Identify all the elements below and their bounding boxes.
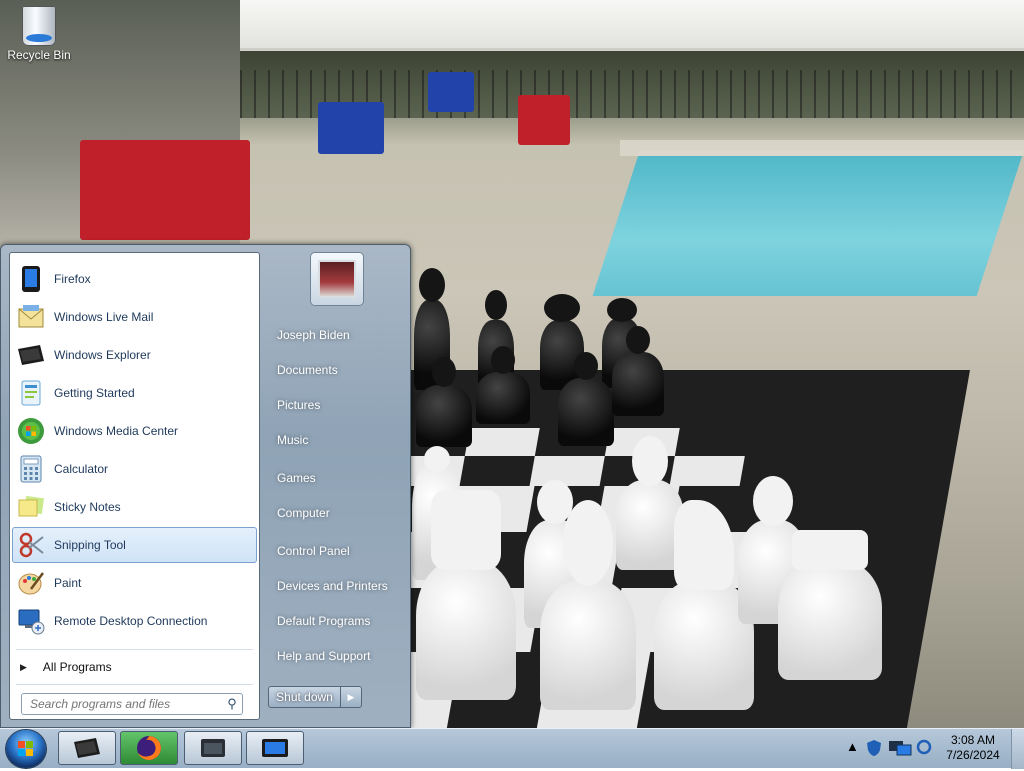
windows-live-mail-icon: [16, 302, 46, 332]
start-program-windows-media-center[interactable]: Windows Media Center: [12, 413, 257, 449]
clock-date: 7/26/2024: [946, 748, 1000, 762]
start-program-paint[interactable]: Paint: [12, 565, 257, 601]
desktop-icon-label: Recycle Bin: [7, 48, 71, 62]
start-program-getting-started[interactable]: Getting Started: [12, 375, 257, 411]
shutdown-options-arrow-icon[interactable]: ▶: [340, 687, 361, 707]
start-program-windows-live-mail[interactable]: Windows Live Mail: [12, 299, 257, 335]
start-menu: Firefox Windows Live Mail Windows Explor…: [0, 244, 411, 728]
paint-icon: [16, 568, 46, 598]
taskbar-button-explorer[interactable]: [58, 731, 116, 765]
security-shield-icon[interactable]: [866, 739, 882, 760]
start-link-help-and-support[interactable]: Help and Support: [268, 640, 406, 672]
start-program-sticky-notes[interactable]: Sticky Notes: [12, 489, 257, 525]
start-link-games[interactable]: Games: [268, 462, 406, 494]
separator: [16, 684, 253, 685]
search-box[interactable]: ⚲: [21, 693, 243, 715]
sticky-notes-icon: [16, 492, 46, 522]
start-program-calculator[interactable]: Calculator: [12, 451, 257, 487]
windows-explorer-icon: [74, 738, 100, 758]
start-link-music[interactable]: Music: [268, 424, 406, 456]
start-link-user[interactable]: Joseph Biden: [268, 319, 406, 351]
remote-desktop-icon: [16, 606, 46, 636]
windows-explorer-icon: [16, 340, 46, 370]
recycle-bin-icon: [22, 6, 56, 46]
firefox-icon: [137, 736, 161, 760]
triangle-right-icon: ▶: [20, 661, 27, 672]
clock-time: 3:08 AM: [950, 733, 996, 747]
taskbar-button-monitor[interactable]: [246, 731, 304, 765]
firefox-icon: [16, 264, 46, 294]
window-icon: [201, 739, 225, 757]
desktop-icon-recycle-bin[interactable]: Recycle Bin: [4, 4, 74, 62]
monitor-icon: [262, 739, 288, 757]
search-icon[interactable]: ⚲: [222, 696, 242, 712]
windows-media-center-icon: [16, 416, 46, 446]
start-link-devices-and-printers[interactable]: Devices and Printers: [268, 570, 406, 602]
start-link-default-programs[interactable]: Default Programs: [268, 605, 406, 637]
taskbar-button-window[interactable]: [184, 731, 242, 765]
clock[interactable]: 3:08 AM 7/26/2024: [940, 733, 1006, 763]
getting-started-icon: [16, 378, 46, 408]
start-link-computer[interactable]: Computer: [268, 497, 406, 529]
calculator-icon: [16, 454, 46, 484]
sync-icon[interactable]: [916, 739, 932, 758]
start-link-documents[interactable]: Documents: [268, 354, 406, 386]
start-program-windows-explorer[interactable]: Windows Explorer: [12, 337, 257, 373]
search-input[interactable]: [28, 696, 222, 712]
taskbar: ▲ 3:08 AM 7/26/2024: [0, 728, 1024, 769]
windows-logo-icon: [18, 741, 33, 756]
all-programs-button[interactable]: ▶ All Programs: [12, 653, 257, 681]
user-picture[interactable]: [311, 253, 363, 305]
start-program-snipping-tool[interactable]: Snipping Tool: [12, 527, 257, 563]
avatar: [318, 260, 356, 298]
start-button[interactable]: [6, 730, 46, 768]
start-menu-programs-pane: Firefox Windows Live Mail Windows Explor…: [9, 252, 260, 720]
start-program-firefox[interactable]: Firefox: [12, 261, 257, 297]
start-link-control-panel[interactable]: Control Panel: [268, 535, 406, 567]
start-link-pictures[interactable]: Pictures: [268, 389, 406, 421]
separator: [16, 649, 253, 650]
snipping-tool-icon: [16, 530, 46, 560]
start-program-remote-desktop-connection[interactable]: Remote Desktop Connection: [12, 603, 257, 639]
shutdown-control: Shut down ▶: [268, 686, 362, 708]
taskbar-button-firefox[interactable]: [120, 731, 178, 765]
show-hidden-icons-chevron-icon[interactable]: ▲: [846, 739, 859, 754]
shutdown-button[interactable]: Shut down: [269, 687, 340, 707]
show-desktop-button[interactable]: [1011, 729, 1024, 769]
network-icon[interactable]: [888, 739, 912, 760]
